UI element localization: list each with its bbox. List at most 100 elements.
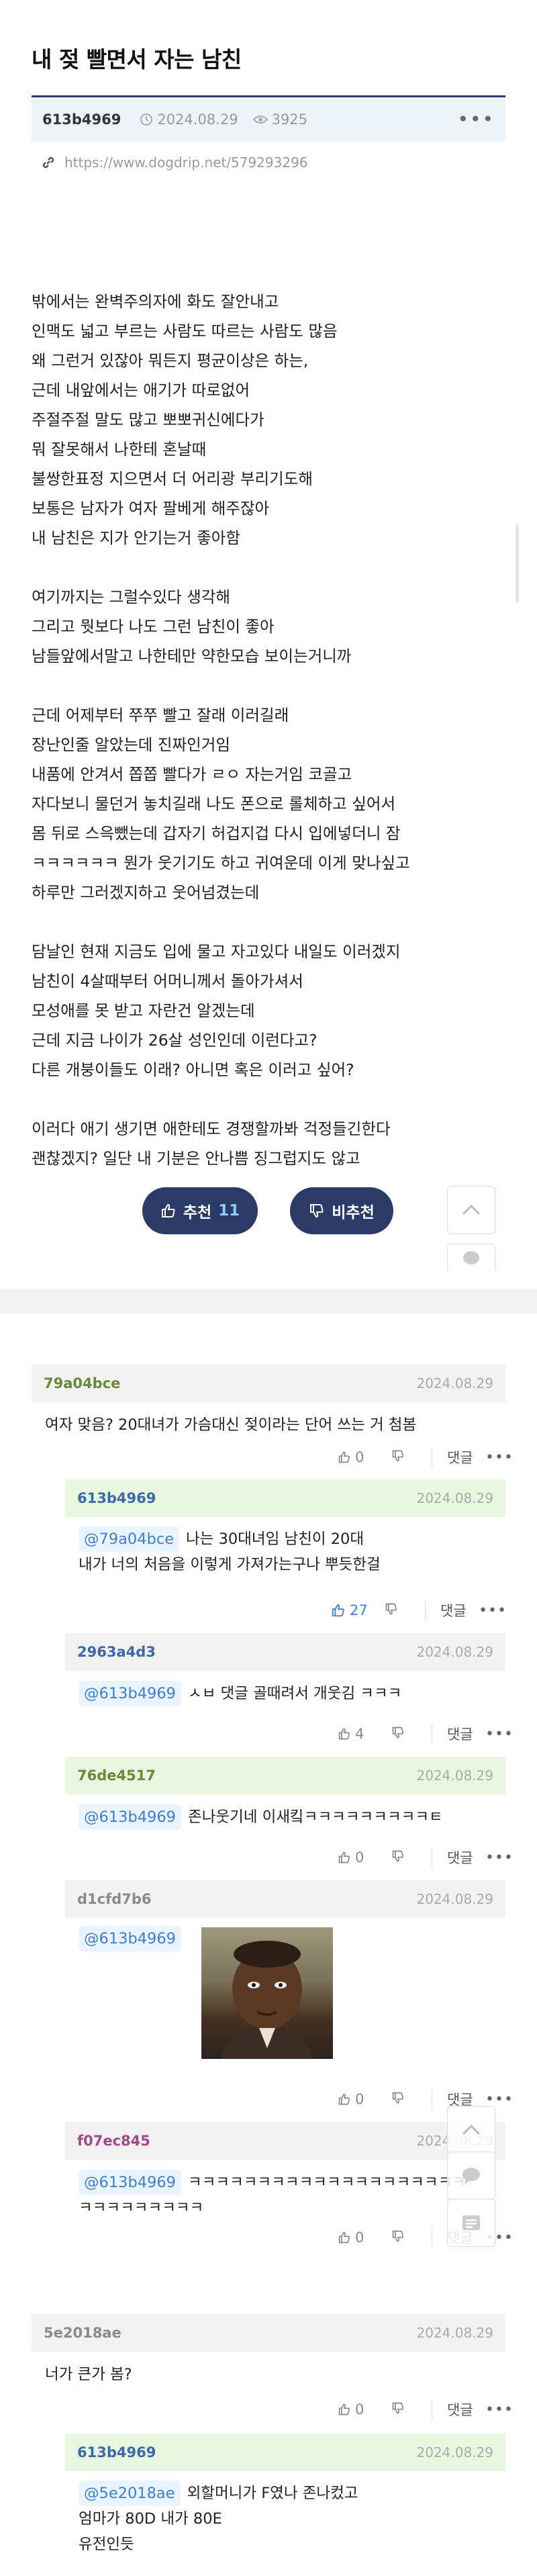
body-line: 내 남친은 지가 안기는거 좋아함	[32, 528, 240, 547]
body-line: 괜찮겠지? 일단 내 기분은 안나쁨 징그럽지도 않고	[32, 1149, 360, 1168]
comment-downvote[interactable]	[391, 2401, 432, 2418]
post-views-count: 3925	[271, 111, 308, 128]
comment-upvote-count: 27	[350, 1602, 368, 1618]
comment-downvote[interactable]	[391, 2229, 432, 2246]
comment-upvote[interactable]: 0	[338, 1449, 391, 1465]
comment-line: 유전인듯	[79, 2536, 134, 2553]
post-meta-bar: 613b4969 2024.08.29 3925 •••	[32, 95, 505, 141]
comment-date: 2024.08.29	[416, 1891, 493, 1907]
comment-author[interactable]: 613b4969	[77, 2444, 156, 2460]
more-options-icon[interactable]: •••	[485, 1726, 514, 1743]
body-line: 이러다 애기 생기면 애한테도 경쟁할까봐 걱정들긴한다	[32, 1119, 391, 1138]
comment-float-button[interactable]	[447, 1244, 495, 1271]
comment-header: f07ec845 2024.08.29	[65, 2122, 505, 2160]
comment-reply-button[interactable]: 댓글	[432, 1847, 485, 1868]
comment-mention[interactable]: @5e2018ae	[79, 2481, 181, 2506]
comment-text: 너가 큰가 봄?	[45, 2366, 132, 2383]
comment-reply-button[interactable]: 댓글	[432, 1447, 485, 1467]
comment-mention[interactable]: @613b4969	[79, 2170, 181, 2195]
body-line: 불쌍한표정 지으면서 더 어리광 부리기도해	[32, 469, 313, 488]
comment-author[interactable]: f07ec845	[77, 2133, 150, 2149]
comment-upvote[interactable]: 0	[338, 2401, 391, 2418]
thumbs-down-icon	[392, 2402, 403, 2413]
more-options-icon[interactable]: •••	[479, 1602, 507, 1619]
comment-line: ㅋㅋㅋㅋㅋㅋㅋㅋㅋㅋㅋㅋㅋㅋㅋㅋㅋㅋㅋㅋ	[188, 2174, 467, 2191]
clock-icon	[140, 113, 153, 126]
body-line: 근데 어제부터 쭈쭈 빨고 잘래 이러길래	[32, 706, 289, 725]
comment-mention[interactable]: @613b4969	[79, 1681, 181, 1706]
comment-image[interactable]	[201, 1927, 333, 2059]
comment-upvote-count: 0	[355, 1849, 364, 1866]
post-date-text: 2024.08.29	[157, 111, 238, 128]
upvote-count: 11	[218, 1202, 240, 1220]
more-options-icon[interactable]: •••	[485, 1849, 514, 1866]
comment-actions: 0 댓글 •••	[338, 1844, 514, 1871]
comment-downvote[interactable]	[391, 2091, 432, 2108]
comment-actions: 0 댓글 •••	[338, 2396, 514, 2423]
comment-upvote[interactable]: 0	[338, 1849, 391, 1866]
post-link[interactable]: https://www.dogdrip.net/579293296	[40, 154, 308, 171]
comment-author[interactable]: 613b4969	[77, 1490, 156, 1506]
comment-author[interactable]: d1cfd7b6	[77, 1891, 152, 1907]
scroll-top-button[interactable]	[447, 1186, 495, 1234]
comment-downvote[interactable]	[385, 1602, 425, 1619]
upvote-label: 추천	[183, 1204, 212, 1222]
post-link-url[interactable]: https://www.dogdrip.net/579293296	[64, 154, 308, 171]
comment-text: 여자 맞음? 20대녀가 가슴대신 젖이라는 단어 쓰는 거 첨봄	[45, 1416, 417, 1434]
comment-reply-button[interactable]: 댓글	[432, 1724, 485, 1744]
chevron-up-icon	[462, 2124, 481, 2135]
thumbs-up-icon	[332, 1604, 344, 1617]
comment-mention[interactable]: @613b4969	[79, 1804, 181, 1830]
comment-upvote-count: 0	[355, 1449, 364, 1465]
body-line: 장난인줄 알았는데 진짜인거임	[32, 735, 230, 754]
comment-downvote[interactable]	[391, 1849, 432, 1866]
comment-text: @613b4969 존나웃기네 이새킼ㅋㅋㅋㅋㅋㅋㅋㅋㅋㅌ	[79, 1804, 443, 1830]
post-date: 2024.08.29	[140, 111, 238, 128]
comment-mention[interactable]: @79a04bce	[79, 1526, 180, 1552]
thumbs-up-icon	[161, 1203, 175, 1217]
downvote-button[interactable]: 비추천	[290, 1187, 393, 1234]
comment-header: 79a04bce 2024.08.29	[32, 1365, 505, 1402]
comment-downvote[interactable]	[391, 1449, 432, 1466]
thumbs-up-icon	[338, 2232, 350, 2244]
more-options-icon[interactable]: •••	[485, 2091, 514, 2108]
comment-upvote[interactable]: 27	[331, 1602, 385, 1618]
comment-text: @613b4969 ㅋㅋㅋㅋㅋㅋㅋㅋㅋㅋㅋㅋㅋㅋㅋㅋㅋㅋㅋㅋ ㅋㅋㅋㅋㅋㅋㅋㅋㅋ	[79, 2170, 466, 2221]
scroll-top-button-lower[interactable]	[447, 2106, 495, 2154]
link-icon	[42, 156, 54, 169]
comment-author[interactable]: 2963a4d3	[77, 1644, 156, 1660]
body-line: 몸 뒤로 스윽뺐는데 갑자기 허겁지겁 다시 입에넣더니 잠	[32, 824, 401, 843]
more-options-icon[interactable]: •••	[485, 2401, 514, 2418]
scrollbar-thumb[interactable]	[516, 524, 519, 603]
thumbs-up-icon	[338, 1728, 350, 1740]
post-author[interactable]: 613b4969	[42, 111, 121, 128]
comment-date: 2024.08.29	[416, 2444, 493, 2460]
comment-upvote[interactable]: 4	[338, 1726, 391, 1742]
body-line: 남친이 4살때부터 어머니께서 돌아가셔서	[32, 972, 303, 991]
comment-mention[interactable]: @613b4969	[79, 1926, 181, 1951]
comment-upvote[interactable]: 0	[338, 2091, 391, 2107]
comment-reply-button[interactable]: 댓글	[425, 1600, 479, 1620]
body-line: 근데 내앞에서는 애기가 따로없어	[32, 381, 250, 400]
thumbs-down-icon	[392, 1450, 403, 1461]
comment-upvote[interactable]: 0	[338, 2229, 391, 2246]
comment-author[interactable]: 5e2018ae	[44, 2325, 121, 2341]
more-options-icon[interactable]: •••	[457, 108, 495, 130]
comment-actions: 0 댓글 •••	[338, 1444, 514, 1471]
comment-reply-button[interactable]: 댓글	[432, 2399, 485, 2420]
comment-actions: 4 댓글 •••	[338, 1720, 514, 1747]
comment-author[interactable]: 76de4517	[77, 1767, 156, 1784]
comment-float-button-lower[interactable]	[447, 2152, 495, 2200]
thumbs-down-icon	[310, 1204, 324, 1218]
more-options-icon[interactable]: •••	[485, 1449, 514, 1466]
list-icon	[462, 2215, 480, 2230]
body-line: 그리고 뭣보다 나도 그런 남친이 좋아	[32, 617, 275, 636]
list-float-button[interactable]	[447, 2199, 495, 2247]
comment-header: 5e2018ae 2024.08.29	[32, 2314, 505, 2352]
thumbs-up-icon	[338, 1851, 350, 1864]
comment-line: 내가 너의 처음을 이렇게 가져가는구나 뿌듯한걸	[79, 1556, 381, 1573]
comment-author[interactable]: 79a04bce	[44, 1375, 120, 1391]
body-line: 다른 개붕이들도 이래? 아니면 혹은 이러고 싶어?	[32, 1060, 354, 1079]
upvote-button[interactable]: 추천 11	[142, 1187, 258, 1234]
comment-downvote[interactable]	[391, 1726, 432, 1743]
